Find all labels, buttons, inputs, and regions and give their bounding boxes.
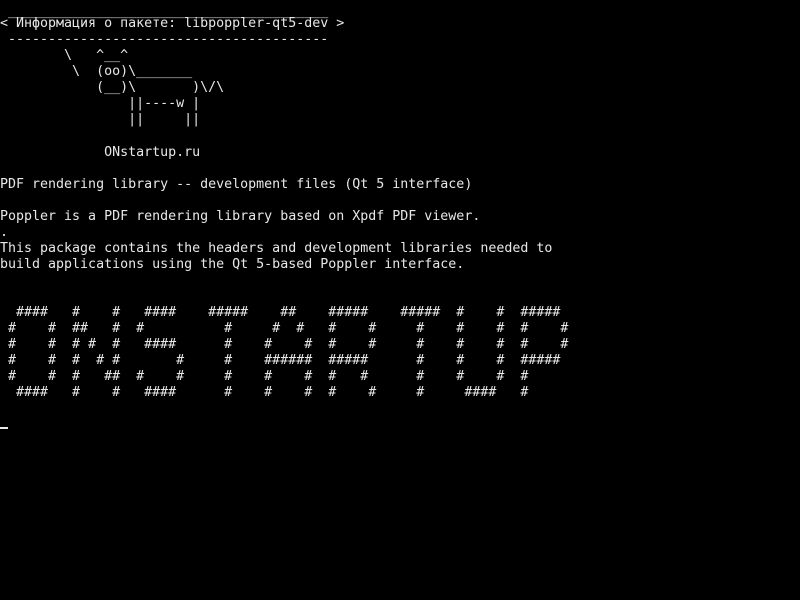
text-cursor: [0, 427, 8, 429]
package-description-line: This package contains the headers and de…: [0, 241, 553, 256]
cowsay-speech: < Информация о пакете: libpoppler-qt5-de…: [0, 16, 345, 31]
terminal-screen[interactable]: ________________________________________…: [0, 0, 800, 600]
cow-line: \ ^__^: [0, 48, 129, 63]
cowsay-rule-bottom: ----------------------------------------: [0, 32, 329, 47]
banner-line: # # # # # # # ###### ##### # # # #####: [0, 353, 561, 368]
banner-line: # # ## # # # # # # # # # # # #: [0, 321, 569, 336]
cow-line: ||----w |: [0, 96, 201, 111]
banner-line: #### # # #### # # # # # # #### #: [0, 385, 529, 400]
cow-line: \ (oo)\_______: [0, 64, 193, 79]
cow-line: (__)\ )\/\: [0, 80, 225, 95]
site-label: ONstartup.ru: [0, 145, 201, 160]
banner-line: # # # ## # # # # # # # # # # #: [0, 369, 529, 384]
package-description-line: Poppler is a PDF rendering library based…: [0, 209, 481, 224]
banner-line: #### # # #### ##### ## ##### ##### # # #…: [0, 305, 561, 320]
cow-line: || ||: [0, 112, 201, 127]
package-description-line: build applications using the Qt 5-based …: [0, 257, 465, 272]
package-summary: PDF rendering library -- development fil…: [0, 177, 473, 192]
package-description-separator: .: [0, 225, 9, 240]
banner-line: # # # # # #### # # # # # # # # # #: [0, 337, 569, 352]
